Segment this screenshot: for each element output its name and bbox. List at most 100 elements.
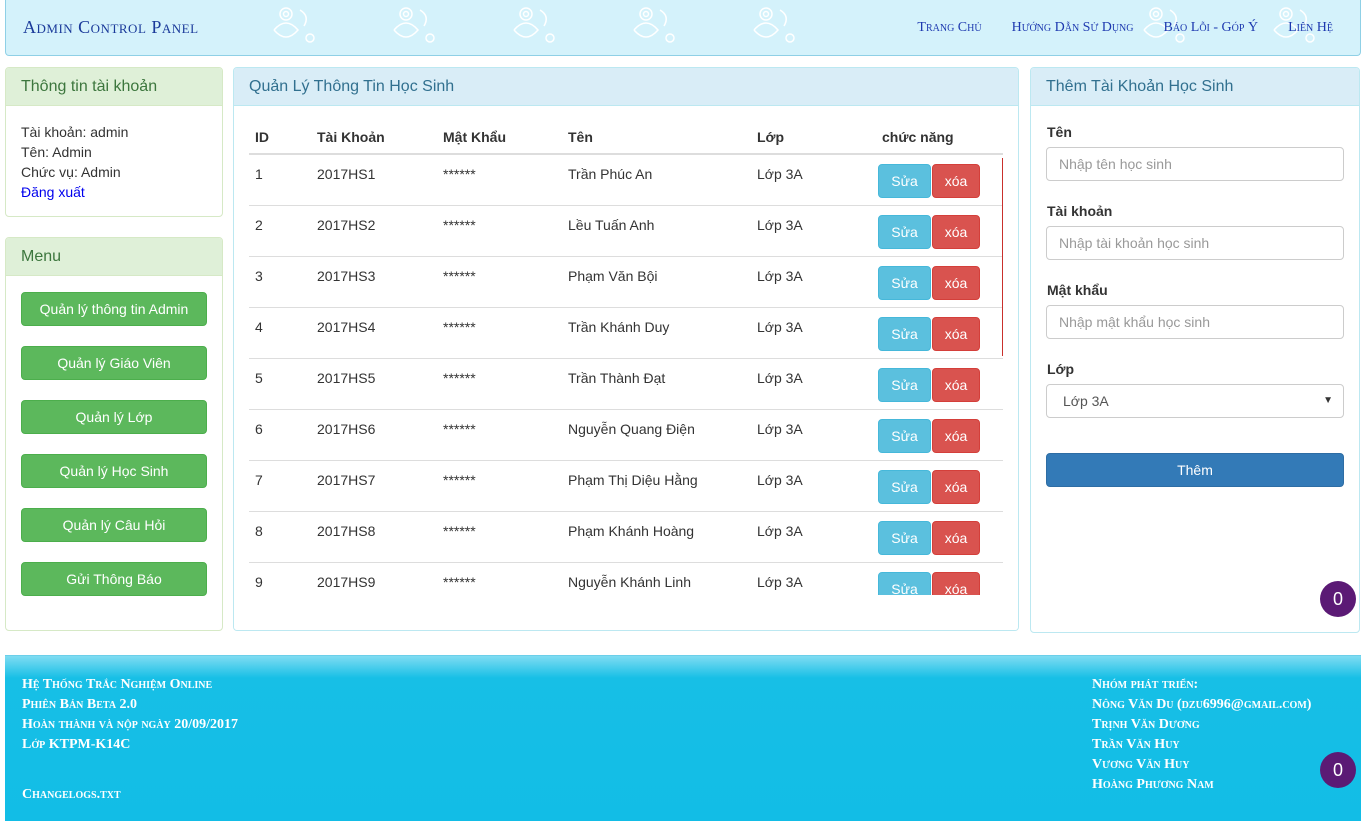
cell-class: Lớp 3A — [751, 205, 876, 257]
menu-panel: Menu Quản lý thông tin Admin Quản lý Giá… — [5, 237, 223, 631]
cell-name: Nguyễn Quang Điện — [562, 409, 751, 461]
brand-title[interactable]: Admin Control Panel — [23, 17, 199, 38]
cell-password: ****** — [437, 154, 562, 206]
top-nav: Trang Chủ Hướng Dẫn Sử Dụng Báo Lỗi - Gó… — [917, 20, 1333, 36]
cell-password: ****** — [437, 409, 562, 461]
cell-name: Phạm Khánh Hoàng — [562, 511, 751, 563]
col-password: Mật Khẩu — [437, 121, 562, 155]
footer-team: Nhóm phát triển: Nông Văn Du (dzu6996@gm… — [1092, 675, 1311, 795]
chat-badge[interactable]: 0 — [1320, 752, 1356, 788]
footer-member: Vương Văn Huy — [1092, 757, 1190, 772]
menu-teacher-button[interactable]: Quản lý Giáo Viên — [21, 346, 207, 380]
edit-button[interactable]: Sửa — [878, 520, 931, 555]
footer-info: Hệ Thống Trắc Nghiệm Online Phiên Bản Be… — [22, 675, 238, 755]
class-label: Lớp — [1047, 361, 1075, 377]
class-select[interactable]: Lớp 3A ▼ — [1046, 384, 1344, 418]
cell-id: 4 — [249, 307, 311, 359]
menu-admin-button[interactable]: Quản lý thông tin Admin — [21, 292, 207, 326]
delete-button[interactable]: xóa — [932, 418, 980, 453]
nav-report-link[interactable]: Báo Lỗi - Góp Ý — [1164, 20, 1259, 36]
cell-actions: Sửa xóa — [876, 511, 1003, 563]
cell-account: 2017HS2 — [311, 205, 437, 257]
cell-account: 2017HS8 — [311, 511, 437, 563]
cell-class: Lớp 3A — [751, 154, 876, 206]
cell-account: 2017HS6 — [311, 409, 437, 461]
password-label: Mật khẩu — [1047, 282, 1108, 298]
edit-button[interactable]: Sửa — [878, 469, 931, 504]
cell-id: 6 — [249, 409, 311, 461]
edit-button[interactable]: Sửa — [878, 316, 931, 351]
menu-question-button[interactable]: Quản lý Câu Hỏi — [21, 508, 207, 542]
menu-panel-title: Menu — [6, 238, 222, 276]
class-select-value: Lớp 3A — [1063, 393, 1109, 409]
table-row: 2 2017HS2 ****** Lều Tuấn Anh Lớp 3A Sửa xóa — [249, 205, 1003, 257]
logout-link[interactable]: Đăng xuất — [21, 184, 85, 200]
table-row: 6 2017HS6 ****** Nguyễn Quang Điện Lớp 3A Sửa… — [249, 409, 1003, 461]
edit-button[interactable]: Sửa — [878, 164, 931, 198]
table-row: 4 2017HS4 ****** Trần Khánh Duy Lớp 3A Sửa xóa — [249, 307, 1003, 359]
cell-class: Lớp 3A — [751, 409, 876, 461]
edit-button[interactable]: Sửa — [878, 214, 931, 249]
table-row: 1 2017HS1 ****** Trần Phúc An Lớp 3A Sửa xóa — [249, 154, 1003, 206]
delete-button[interactable]: xóa — [932, 316, 980, 351]
account-name: Tên: Admin — [21, 144, 92, 160]
cell-password: ****** — [437, 256, 562, 308]
cell-id: 8 — [249, 511, 311, 563]
cell-name: Trần Thành Đạt — [562, 358, 751, 410]
table-row: 5 2017HS5 ****** Trần Thành Đạt Lớp 3A Sửa xóa — [249, 358, 1003, 410]
menu-student-button[interactable]: Quản lý Học Sinh — [21, 454, 207, 488]
cell-account: 2017HS3 — [311, 256, 437, 308]
account-username: Tài khoản: admin — [21, 124, 129, 140]
footer-member: Trịnh Văn Dương — [1092, 717, 1200, 732]
caret-down-icon: ▼ — [1323, 395, 1333, 406]
cell-actions: Sửa xóa — [876, 460, 1003, 512]
account-info: Tài khoản: admin Tên: Admin Chức vụ: Adm… — [6, 106, 222, 216]
menu-notify-button[interactable]: Gửi Thông Báo — [21, 562, 207, 596]
delete-button[interactable]: xóa — [932, 164, 980, 198]
nav-contact-link[interactable]: Liên Hệ — [1288, 20, 1333, 36]
cell-id: 2 — [249, 205, 311, 257]
delete-button[interactable]: xóa — [932, 469, 980, 504]
cell-password: ****** — [437, 460, 562, 512]
delete-button[interactable]: xóa — [932, 520, 980, 555]
swirl-ornament-icon — [753, 7, 795, 43]
cell-account: 2017HS4 — [311, 307, 437, 359]
cell-name: Lều Tuấn Anh — [562, 205, 751, 257]
edit-button[interactable]: Sửa — [878, 265, 931, 300]
account-input[interactable]: Nhập tài khoản học sinh — [1046, 226, 1344, 260]
menu-class-button[interactable]: Quản lý Lớp — [21, 400, 207, 434]
changelog-link[interactable]: Changelogs.txt — [22, 785, 121, 805]
cell-password: ****** — [437, 511, 562, 563]
account-role: Chức vụ: Admin — [21, 164, 121, 180]
cell-actions: Sửa xóa — [876, 307, 1003, 359]
table-row: 7 2017HS7 ****** Phạm Thị Diệu Hằng Lớp 3A Sử… — [249, 460, 1003, 512]
table-row: 3 2017HS3 ****** Phạm Văn Bội Lớp 3A Sửa xóa — [249, 256, 1003, 308]
table-row: 8 2017HS8 ****** Phạm Khánh Hoàng Lớp 3A Sửa x… — [249, 511, 1003, 563]
footer-class: Lớp KTPM-K14C — [22, 737, 131, 752]
delete-button[interactable]: xóa — [932, 367, 980, 402]
password-input[interactable]: Nhập mật khẩu học sinh — [1046, 305, 1344, 339]
cell-password: ****** — [437, 205, 562, 257]
nav-home-link[interactable]: Trang Chủ — [917, 20, 981, 36]
add-student-button[interactable]: Thêm — [1046, 453, 1344, 487]
table-clip-mask — [234, 595, 1018, 630]
cell-account: 2017HS1 — [311, 154, 437, 206]
account-panel-title: Thông tin tài khoản — [6, 68, 222, 106]
top-header: Admin Control Panel Trang Chủ Hướng Dẫn … — [5, 0, 1361, 56]
name-input[interactable]: Nhập tên học sinh — [1046, 147, 1344, 181]
cell-account: 2017HS7 — [311, 460, 437, 512]
delete-button[interactable]: xóa — [932, 214, 980, 249]
delete-button[interactable]: xóa — [932, 265, 980, 300]
edit-button[interactable]: Sửa — [878, 367, 931, 402]
table-header-row: ID Tài Khoản Mật Khẩu Tên Lớp chức năng — [249, 121, 1003, 155]
footer-version: Phiên Bản Beta 2.0 — [22, 697, 138, 712]
col-id: ID — [249, 121, 311, 155]
col-actions: chức năng — [876, 121, 1003, 155]
swirl-ornament-icon — [273, 7, 315, 43]
cell-class: Lớp 3A — [751, 460, 876, 512]
account-panel: Thông tin tài khoản Tài khoản: admin Tên… — [5, 67, 223, 217]
edit-button[interactable]: Sửa — [878, 418, 931, 453]
notification-badge[interactable]: 0 — [1320, 581, 1356, 617]
nav-guide-link[interactable]: Hướng Dẫn Sử Dụng — [1012, 20, 1134, 36]
cell-actions: Sửa xóa — [876, 154, 1003, 206]
